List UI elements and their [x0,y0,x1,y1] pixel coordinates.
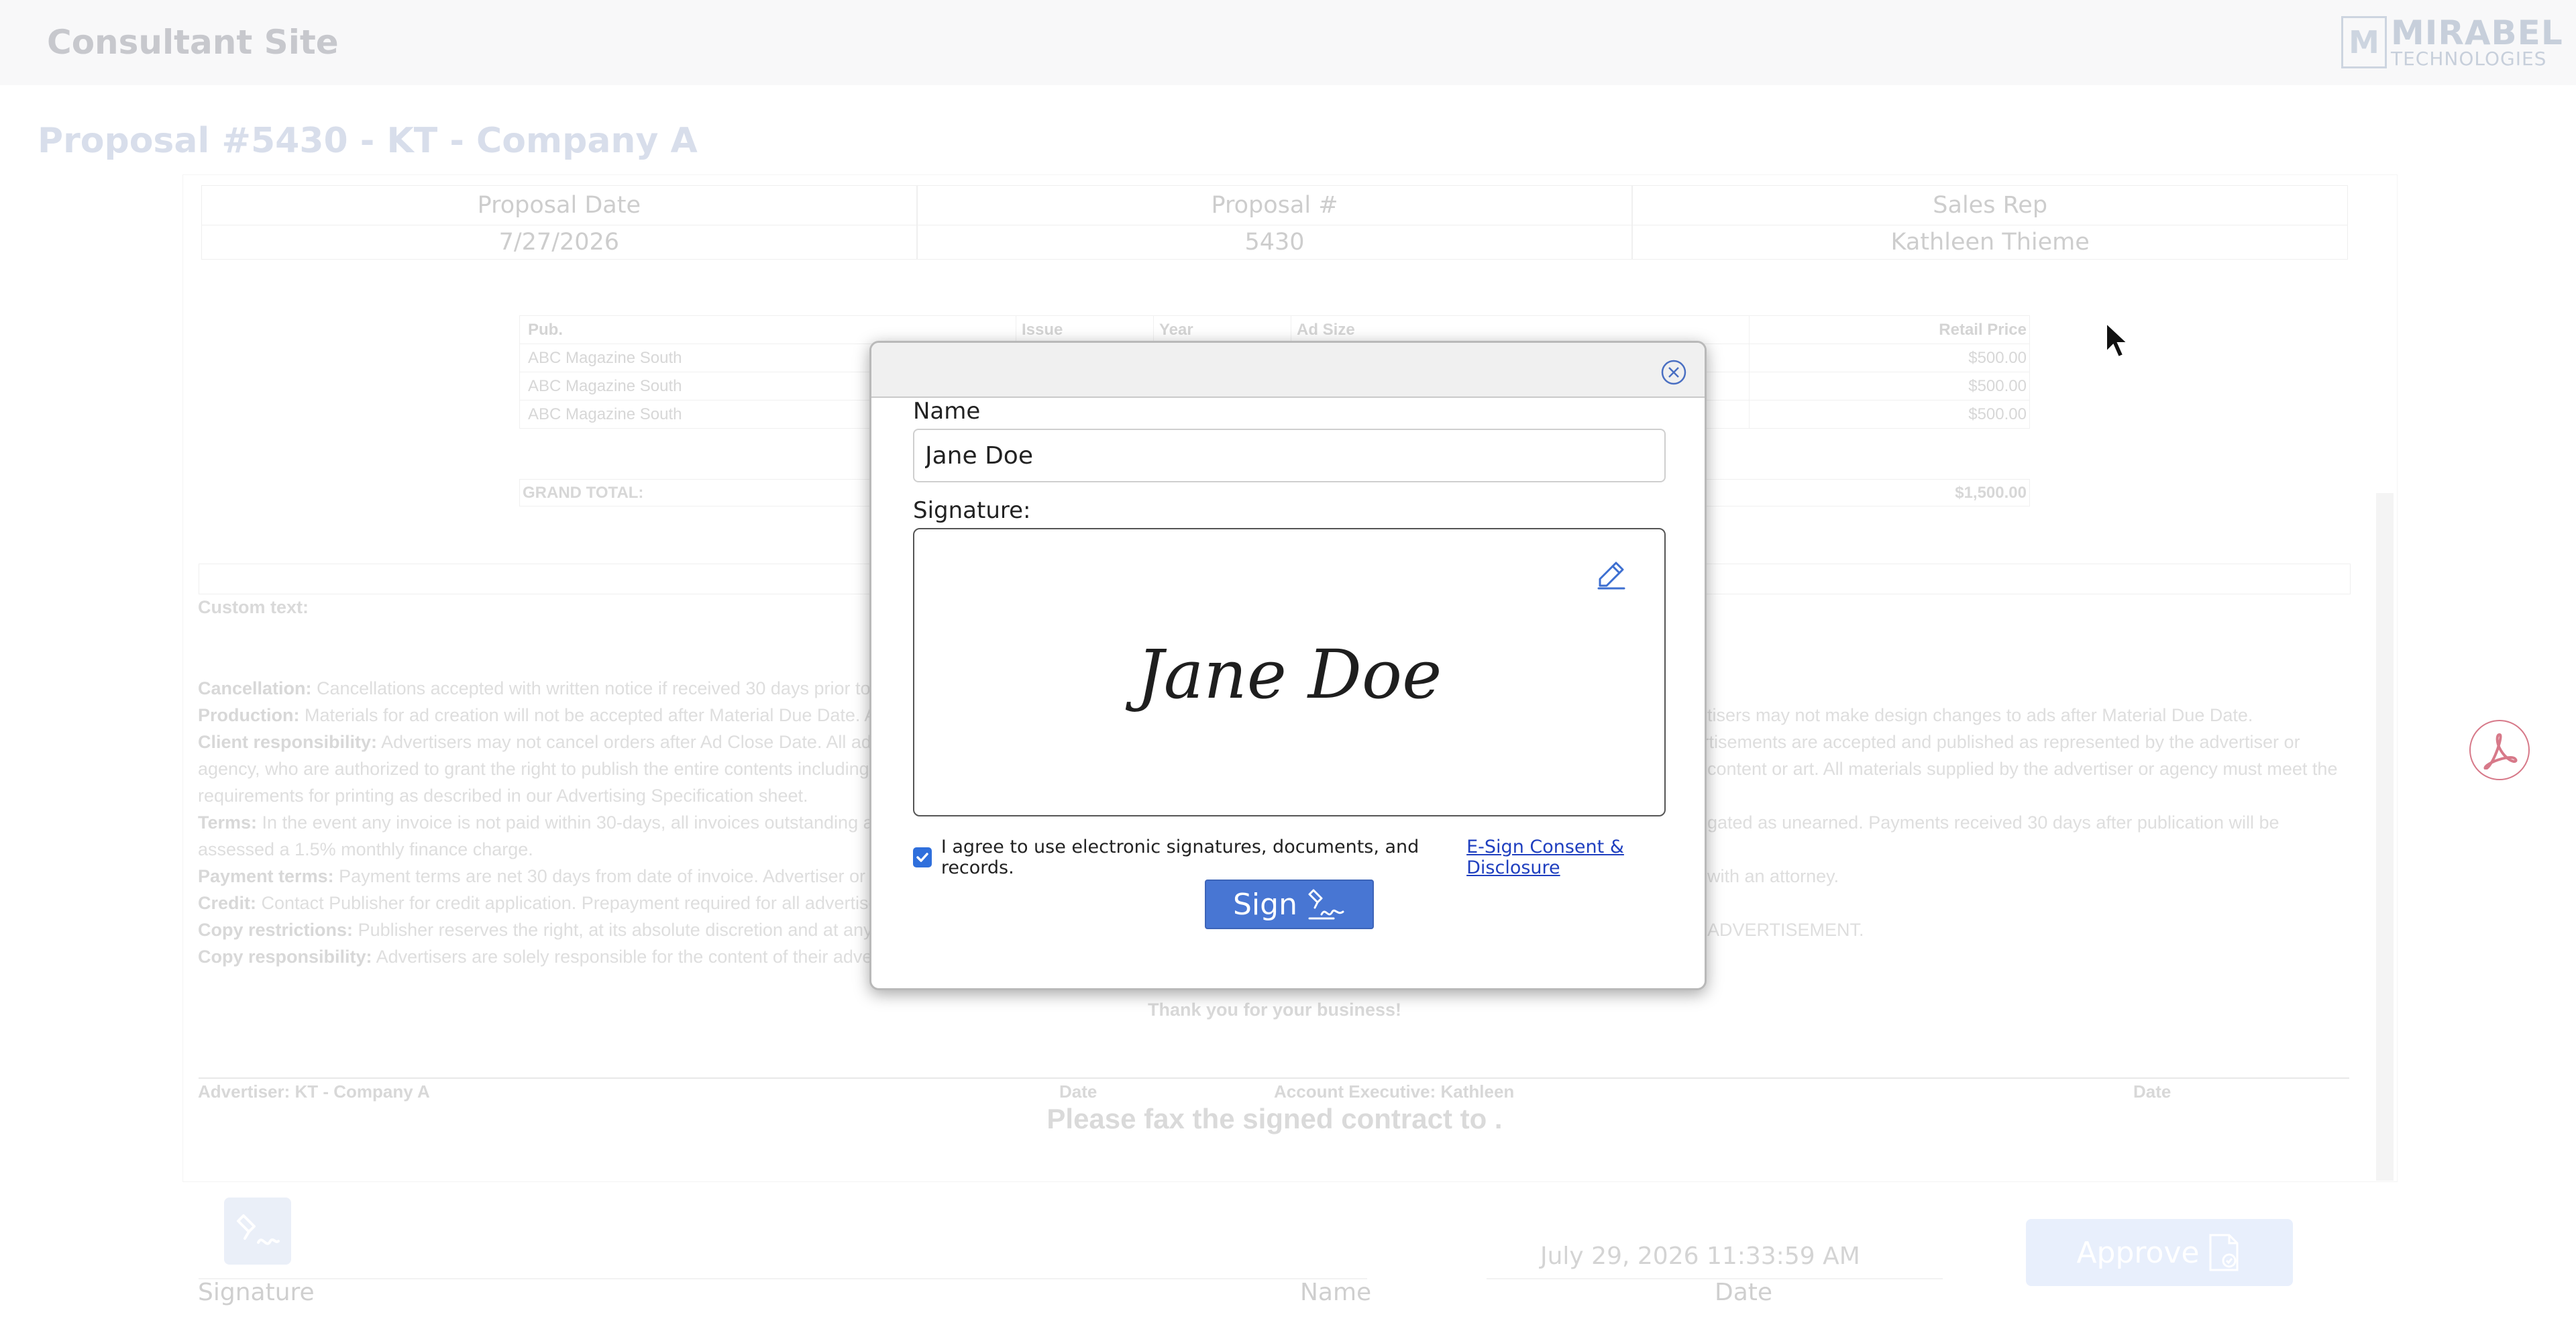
sign-button[interactable]: Sign [1205,880,1374,929]
sign-label: Sign [1233,887,1297,922]
esign-consent-link[interactable]: E-Sign Consent & Disclosure [1466,837,1705,878]
modal-header [871,343,1705,398]
sign-icon [1308,889,1344,920]
name-label: Name [913,398,981,425]
signature-label: Signature: [913,497,1031,524]
consent-text: I agree to use electronic signatures, do… [941,837,1419,878]
signature-pad[interactable]: Jane Doe [913,528,1666,816]
consent-row: I agree to use electronic signatures, do… [913,837,1705,878]
sign-modal: Name Signature: Jane Doe I agree to use … [869,341,1707,990]
consent-checkbox[interactable] [913,847,932,867]
pencil-icon[interactable] [1596,559,1627,590]
name-input[interactable] [913,429,1666,482]
cursor-icon [2105,321,2131,362]
signature-preview: Jane Doe [1136,635,1442,714]
close-icon[interactable] [1660,359,1687,386]
